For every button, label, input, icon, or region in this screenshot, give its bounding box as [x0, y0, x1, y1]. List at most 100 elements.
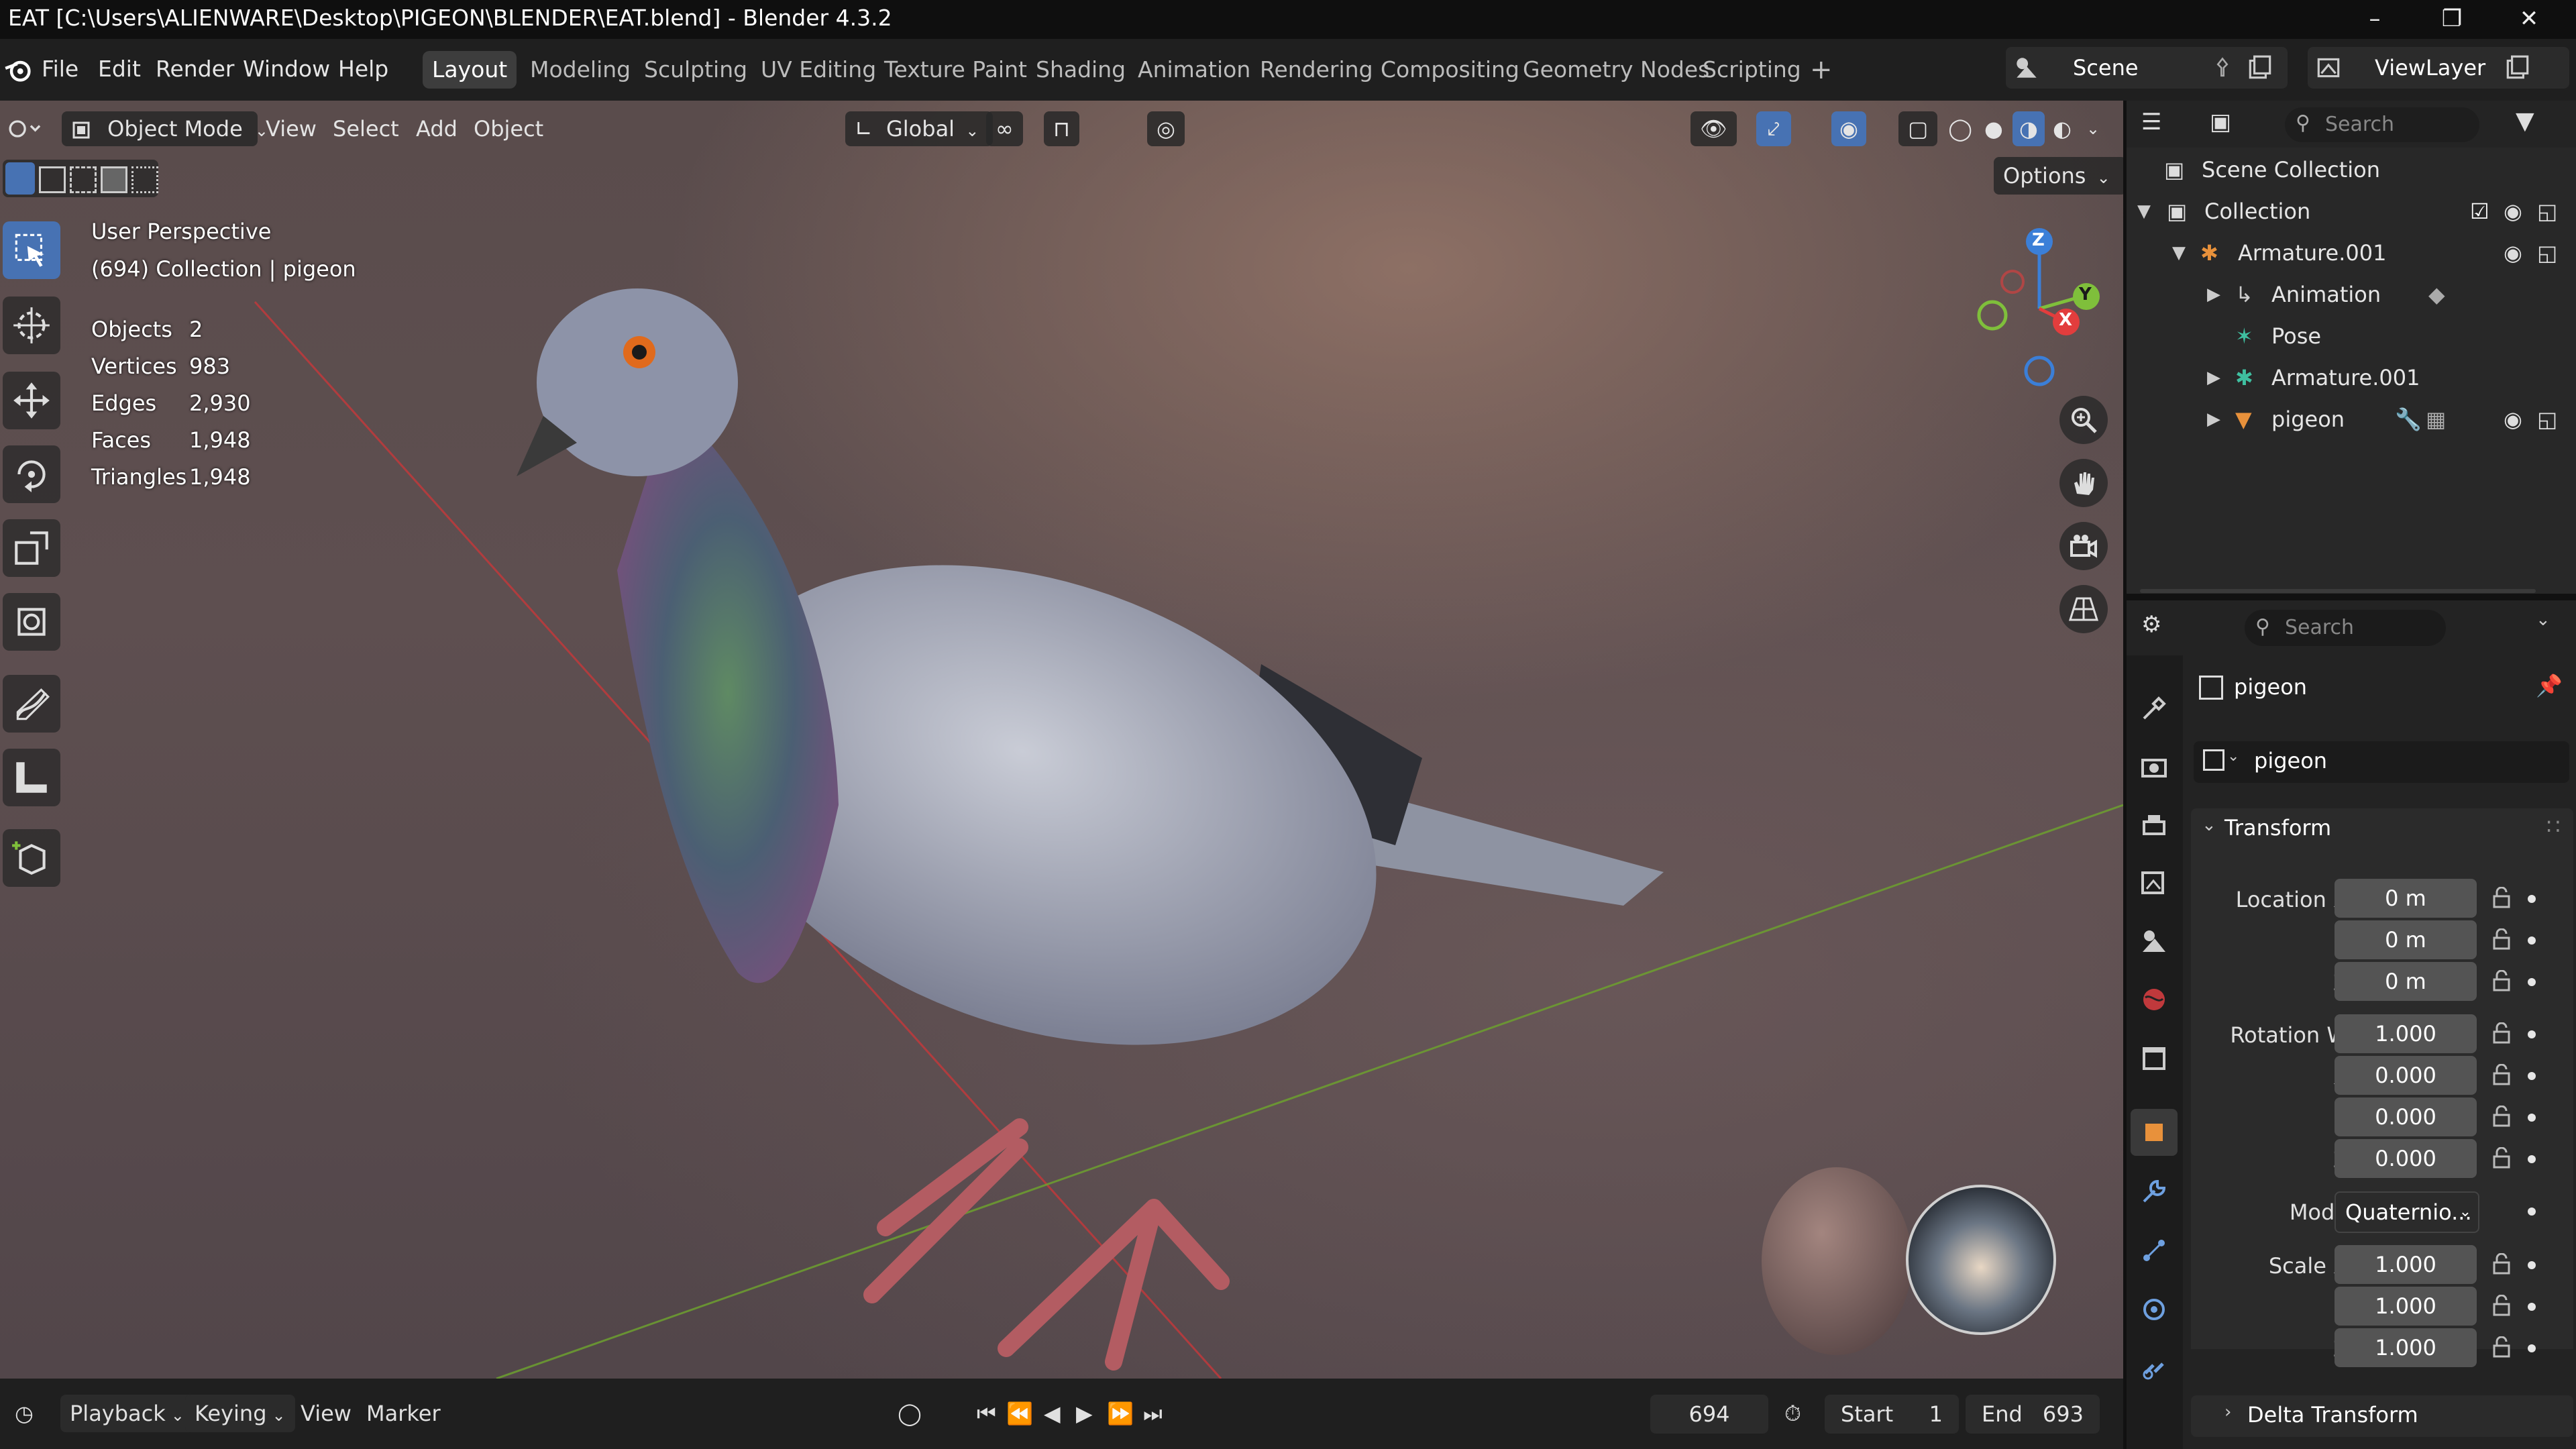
tab-compositing[interactable]: Compositing	[1371, 51, 1529, 89]
orientation-dropdown[interactable]: ∟ Global ⌄	[845, 111, 993, 146]
keyframe-dot-icon[interactable]	[2528, 1114, 2536, 1122]
keyframe-dot-icon[interactable]	[2528, 1344, 2536, 1352]
camera-icon[interactable]: ◱	[2537, 398, 2557, 440]
outliner-row[interactable]: ▼ ✱ Armature.001 ◉ ◱	[2127, 232, 2576, 274]
lock-icon[interactable]	[2490, 1064, 2513, 1087]
chevron-down-icon[interactable]: ▼	[2172, 232, 2186, 274]
lock-icon[interactable]	[2490, 1147, 2513, 1170]
lock-icon[interactable]	[2490, 1295, 2513, 1318]
tab-scripting[interactable]: Scripting	[1693, 51, 1811, 89]
drag-handle-icon[interactable]: ∷	[2546, 814, 2560, 839]
chevron-down-icon[interactable]: ⌄	[2536, 610, 2551, 630]
delta-transform-panel-header[interactable]: › Delta Transform	[2191, 1395, 2573, 1437]
stopwatch-icon[interactable]: ⏱	[1784, 1395, 1801, 1432]
pan-hand-button[interactable]	[2059, 459, 2108, 507]
outliner-editor-icon[interactable]: ☰	[2141, 109, 2161, 136]
menu-add[interactable]: Add	[416, 111, 458, 146]
gizmos-icon[interactable]: ⤦	[1756, 111, 1791, 146]
lock-icon[interactable]	[2490, 1022, 2513, 1045]
shading-options-icon[interactable]: ⌄	[2080, 111, 2106, 146]
jump-end-icon[interactable]: ⏭	[1143, 1395, 1163, 1432]
rotation-z-field[interactable]: 0.000	[2334, 1139, 2477, 1178]
keyframe-dot-icon[interactable]	[2528, 1072, 2536, 1080]
jump-start-icon[interactable]: ⏮	[977, 1395, 996, 1432]
chevron-down-icon[interactable]: ▼	[2137, 191, 2151, 232]
select-invert-icon[interactable]	[101, 166, 127, 193]
lock-icon[interactable]	[2490, 1253, 2513, 1276]
camera-icon[interactable]: ◱	[2537, 191, 2557, 232]
tab-modeling[interactable]: Modeling	[521, 51, 640, 89]
restore-button[interactable]: ❐	[2418, 0, 2485, 39]
outliner-row[interactable]: ▼ ▣ Collection ☑ ◉ ◱	[2127, 191, 2576, 232]
keyframe-dot-icon[interactable]	[2528, 936, 2536, 945]
new-scene-icon[interactable]	[2246, 54, 2274, 82]
rotation-mode-dropdown[interactable]: Quaternio... ⌄	[2334, 1191, 2479, 1233]
wireframe-shading-icon[interactable]: ◯	[1945, 111, 1975, 146]
menu-select[interactable]: Select	[333, 111, 399, 146]
move-tool[interactable]	[3, 372, 60, 429]
solid-shading-icon[interactable]: ●	[1979, 111, 2008, 146]
eye-icon[interactable]: ◉	[2504, 232, 2522, 274]
scale-tool[interactable]	[3, 519, 60, 577]
tab-sculpting[interactable]: Sculpting	[635, 51, 757, 89]
timeline-editor-icon[interactable]: ◷	[4, 1395, 44, 1432]
keyframe-dot-icon[interactable]	[2528, 1261, 2536, 1269]
blender-logo-icon[interactable]	[4, 55, 34, 85]
outliner-scrollbar[interactable]	[2140, 589, 2536, 593]
transform-panel-header[interactable]: ⌄ Transform ∷	[2191, 808, 2573, 853]
menu-render[interactable]: Render	[149, 52, 241, 86]
scale-y-field[interactable]: 1.000	[2334, 1287, 2477, 1326]
mode-dropdown[interactable]: Object Mode ⌄	[62, 111, 268, 146]
world-tab-icon[interactable]	[2131, 976, 2178, 1023]
menu-object[interactable]: Object	[474, 111, 543, 146]
viewlayer-selector[interactable]: ViewLayer	[2308, 47, 2569, 89]
lock-icon[interactable]	[2490, 970, 2513, 993]
3d-viewport[interactable]: Z Y X Object Mode ⌄ View Select Add Obje…	[0, 101, 2123, 1379]
scale-x-field[interactable]: 1.000	[2334, 1245, 2477, 1284]
output-tab-icon[interactable]	[2131, 802, 2178, 849]
collection-tab-icon[interactable]	[2131, 1035, 2178, 1082]
tab-geometry-nodes[interactable]: Geometry Nodes	[1513, 51, 1719, 89]
keyframe-dot-icon[interactable]	[2528, 895, 2536, 903]
options-dropdown[interactable]: Options ⌄	[1994, 157, 2123, 195]
play-icon[interactable]: ▶	[1076, 1395, 1093, 1432]
rotation-x-field[interactable]: 0.000	[2334, 1056, 2477, 1095]
outliner-row[interactable]: ▣ Scene Collection	[2127, 149, 2576, 191]
gizmo-y-label[interactable]: Y	[2079, 284, 2092, 305]
outliner-row[interactable]: ▶ ↳ Animation ◆	[2127, 274, 2576, 315]
outliner-row[interactable]: ✶ Pose	[2127, 315, 2576, 357]
location-x-field[interactable]: 0 m	[2334, 879, 2477, 918]
pin-icon[interactable]: 📌	[2536, 673, 2563, 698]
view-layer-tab-icon[interactable]	[2131, 859, 2178, 906]
keyframe-dot-icon[interactable]	[2528, 1030, 2536, 1038]
minimize-button[interactable]: –	[2341, 0, 2408, 39]
snap-icon[interactable]: ⊓	[1044, 111, 1079, 146]
display-mode-icon[interactable]: ▣	[2210, 109, 2231, 136]
select-subtract-icon[interactable]	[70, 166, 97, 193]
menu-help[interactable]: Help	[331, 52, 395, 86]
pin-icon[interactable]	[2211, 56, 2234, 79]
auto-keying-icon[interactable]: ◯	[898, 1395, 922, 1432]
menu-window[interactable]: Window	[236, 52, 337, 86]
overlays-icon[interactable]: ◉	[1831, 111, 1866, 146]
lock-icon[interactable]	[2490, 1106, 2513, 1128]
rendered-shading-icon[interactable]: ◐	[2047, 111, 2077, 146]
select-new-icon[interactable]	[5, 162, 35, 195]
play-reverse-icon[interactable]: ◀	[1044, 1395, 1061, 1432]
material-shading-icon[interactable]: ◑	[2012, 111, 2045, 146]
outliner-row[interactable]: ▶ ▼ pigeon 🔧 ▦ ◉ ◱	[2127, 398, 2576, 440]
location-z-field[interactable]: 0 m	[2334, 962, 2477, 1001]
menu-keying[interactable]: Keying ⌄	[185, 1395, 295, 1432]
transform-tool[interactable]	[3, 593, 60, 651]
gizmo-x-label[interactable]: X	[2059, 310, 2072, 330]
keyframe-dot-icon[interactable]	[2528, 1155, 2536, 1163]
proportional-edit-icon[interactable]: ◎	[1147, 111, 1185, 146]
keyframe-dot-icon[interactable]	[2528, 1303, 2536, 1311]
location-y-field[interactable]: 0 m	[2334, 920, 2477, 959]
tab-shading[interactable]: Shading	[1026, 51, 1135, 89]
select-extend-icon[interactable]	[39, 166, 66, 193]
prev-keyframe-icon[interactable]: ⏪	[1006, 1395, 1033, 1432]
tab-animation[interactable]: Animation	[1128, 51, 1260, 89]
tab-uv-editing[interactable]: UV Editing	[751, 51, 885, 89]
outliner-row[interactable]: ▶ ✱ Armature.001	[2127, 357, 2576, 398]
